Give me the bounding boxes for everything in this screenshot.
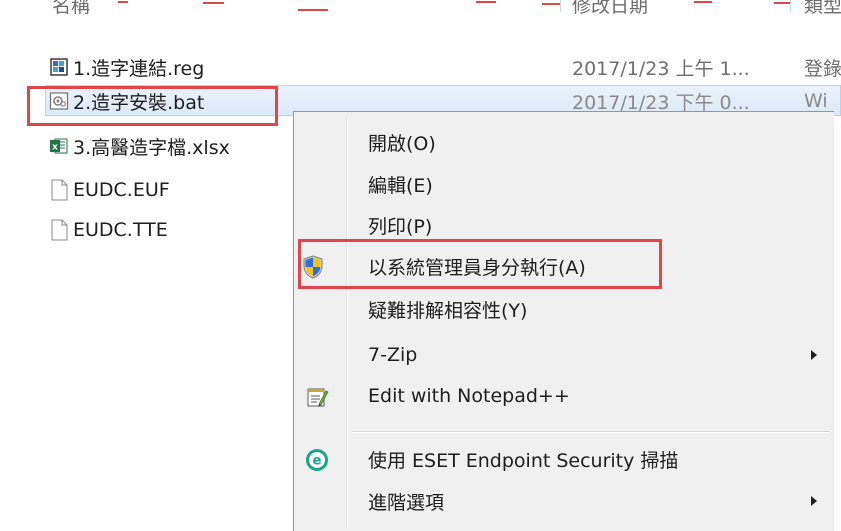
file-name: EUDC.TTE bbox=[73, 219, 168, 241]
file-name: 1.造字連結.reg bbox=[73, 57, 205, 80]
blank-file-icon bbox=[49, 179, 69, 201]
menu-item-label: 7-Zip bbox=[368, 344, 418, 366]
submenu-arrow-icon bbox=[811, 350, 817, 360]
registry-file-icon bbox=[49, 56, 69, 78]
menu-item-label: 進階選項 bbox=[368, 491, 445, 514]
file-date: 2017/1/23 上午 1... bbox=[572, 57, 750, 80]
column-header-strip: 名稱 修改日期 類型 bbox=[0, 0, 841, 14]
menu-item-label: 疑難排解相容性(Y) bbox=[368, 299, 528, 322]
list-item[interactable]: x 3.高醫造字檔.xlsx bbox=[49, 130, 230, 162]
list-item[interactable]: 1.造字連結.reg bbox=[49, 51, 204, 83]
svg-text:x: x bbox=[52, 143, 58, 153]
list-item[interactable]: 2.造字安裝.bat bbox=[49, 85, 204, 117]
annotation-underline bbox=[118, 1, 790, 11]
uac-shield-icon bbox=[300, 254, 326, 280]
file-name: 3.高醫造字檔.xlsx bbox=[73, 136, 230, 159]
menu-item-run-as-admin[interactable]: 以系統管理員身分執行(A) bbox=[294, 246, 833, 286]
batch-file-icon bbox=[49, 90, 69, 112]
menu-item-7zip[interactable]: 7-Zip bbox=[294, 335, 833, 375]
menu-item-label: 編輯(E) bbox=[368, 174, 433, 197]
menu-item-advanced-options[interactable]: 進階選項 bbox=[294, 481, 833, 521]
menu-item-edit[interactable]: 編輯(E) bbox=[294, 164, 833, 204]
svg-text:e: e bbox=[313, 454, 322, 469]
eset-icon: e bbox=[304, 447, 330, 473]
file-type: 登錄 bbox=[804, 57, 841, 80]
file-name: EUDC.EUF bbox=[73, 179, 170, 201]
menu-separator bbox=[352, 431, 829, 432]
blank-file-icon bbox=[49, 219, 69, 241]
notepad-plus-plus-icon bbox=[304, 384, 330, 410]
submenu-arrow-icon bbox=[811, 496, 817, 506]
context-menu: 開啟(O) 編輯(E) 列印(P) 以系統管理員身分執行(A) 疑難排解相容性(… bbox=[293, 111, 834, 531]
menu-item-eset-scan[interactable]: e 使用 ESET Endpoint Security 掃描 bbox=[294, 439, 833, 479]
menu-item-label: 列印(P) bbox=[368, 215, 433, 238]
list-item[interactable]: EUDC.EUF bbox=[49, 174, 170, 206]
menu-item-label: Edit with Notepad++ bbox=[368, 385, 570, 407]
list-item[interactable]: EUDC.TTE bbox=[49, 214, 168, 246]
file-name: 2.造字安裝.bat bbox=[73, 91, 205, 114]
menu-item-print[interactable]: 列印(P) bbox=[294, 205, 833, 245]
menu-item-troubleshoot-compatibility[interactable]: 疑難排解相容性(Y) bbox=[294, 289, 833, 329]
menu-item-label: 開啟(O) bbox=[368, 132, 436, 155]
menu-item-open[interactable]: 開啟(O) bbox=[294, 122, 833, 162]
excel-file-icon: x bbox=[49, 135, 69, 157]
menu-item-edit-with-notepad[interactable]: Edit with Notepad++ bbox=[294, 376, 833, 416]
menu-item-label: 以系統管理員身分執行(A) bbox=[368, 256, 586, 279]
menu-item-label: 使用 ESET Endpoint Security 掃描 bbox=[368, 449, 679, 472]
